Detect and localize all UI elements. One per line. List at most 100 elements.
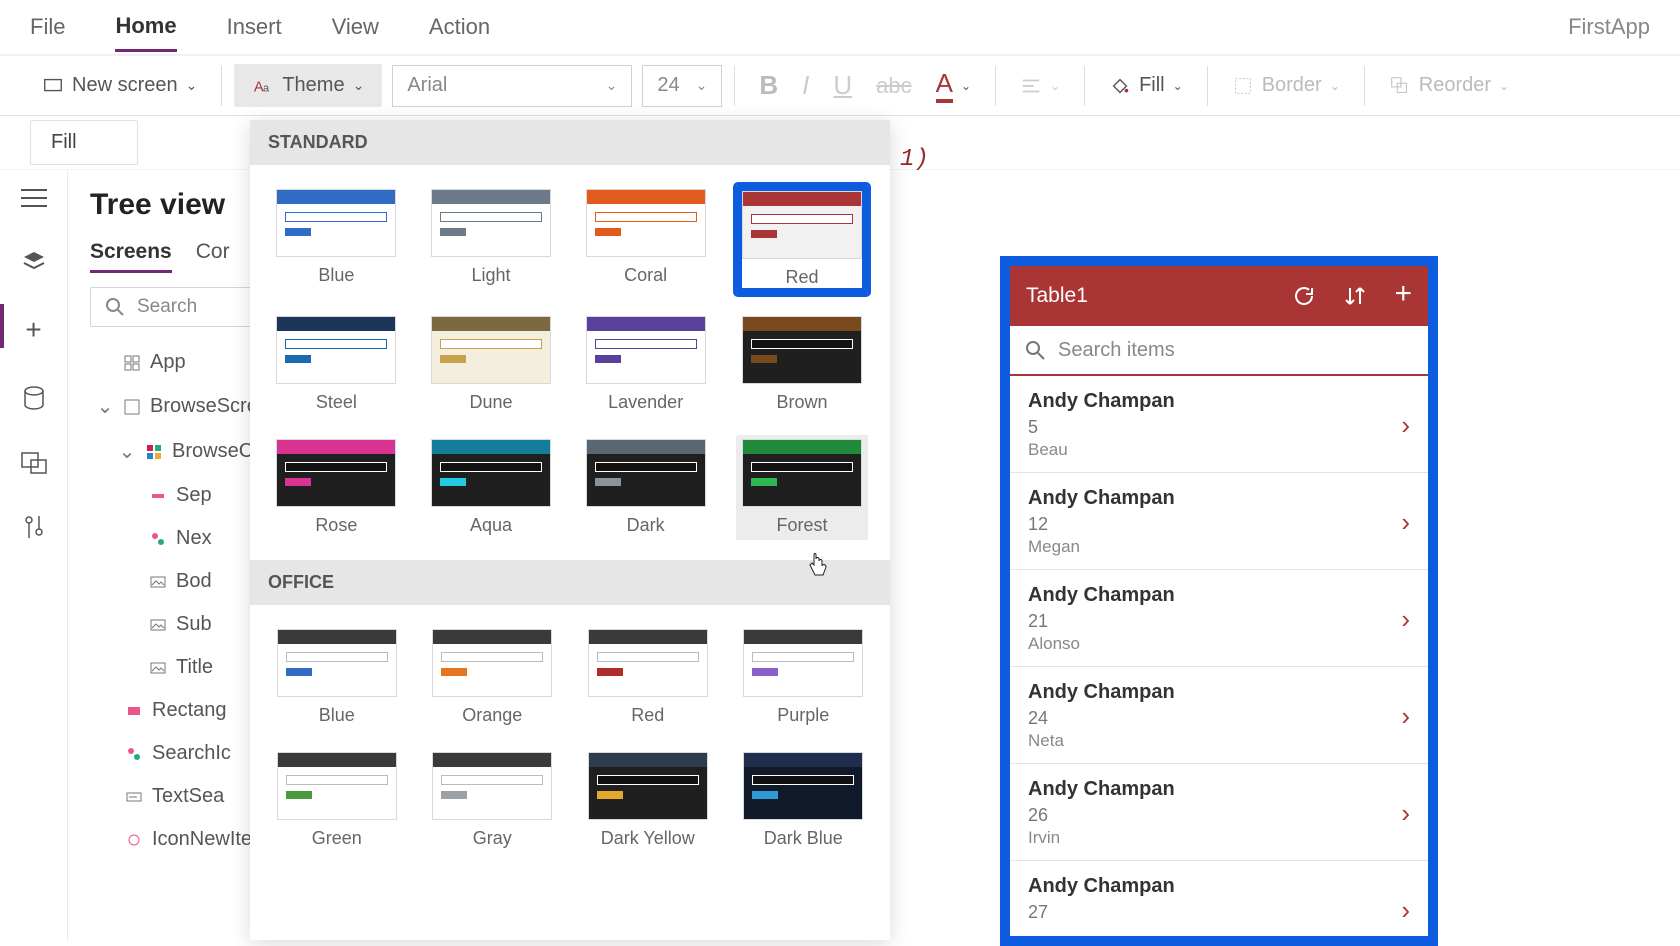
sort-icon[interactable] xyxy=(1344,284,1366,308)
theme-label: Theme xyxy=(282,74,344,97)
bold-button[interactable]: B xyxy=(747,64,790,107)
border-button[interactable]: Border ⌄ xyxy=(1220,68,1352,103)
italic-button[interactable]: I xyxy=(790,64,821,107)
media-icon[interactable] xyxy=(21,452,47,474)
chevron-right-icon[interactable]: › xyxy=(1401,604,1410,635)
theme-option-blue[interactable]: Blue xyxy=(272,185,401,294)
theme-label: Forest xyxy=(740,515,864,536)
theme-icon: Aa xyxy=(252,75,274,97)
theme-option-steel[interactable]: Steel xyxy=(272,312,401,417)
font-size-value: 24 xyxy=(657,74,679,97)
refresh-icon[interactable] xyxy=(1292,284,1316,308)
new-screen-button[interactable]: New screen ⌄ xyxy=(30,68,209,103)
align-button[interactable]: ⌄ xyxy=(1008,69,1072,103)
list-item[interactable]: Andy Champan 12 Megan › xyxy=(1010,473,1428,570)
list-item[interactable]: Andy Champan 26 Irvin › xyxy=(1010,764,1428,861)
data-icon[interactable] xyxy=(23,386,45,412)
font-size-select[interactable]: 24 ⌄ xyxy=(642,65,722,107)
border-label: Border xyxy=(1262,74,1322,97)
chevron-down-icon: ⌄ xyxy=(1330,79,1340,93)
item-body: Beau xyxy=(1028,440,1410,460)
list-item[interactable]: Andy Champan 5 Beau › xyxy=(1010,376,1428,473)
chevron-right-icon[interactable]: › xyxy=(1401,410,1410,441)
item-title: Andy Champan xyxy=(1028,875,1410,898)
list-item[interactable]: Andy Champan 27 › xyxy=(1010,861,1428,938)
hamburger-icon[interactable] xyxy=(21,188,47,208)
chevron-right-icon[interactable]: › xyxy=(1401,895,1410,926)
item-title: Andy Champan xyxy=(1028,390,1410,413)
tab-view[interactable]: View xyxy=(332,4,379,50)
item-body: Neta xyxy=(1028,731,1410,751)
layers-icon[interactable] xyxy=(21,248,47,274)
item-title: Andy Champan xyxy=(1028,584,1410,607)
app-title: Table1 xyxy=(1026,284,1088,308)
add-icon[interactable]: + xyxy=(1394,284,1412,308)
theme-option-dark-yellow[interactable]: Dark Yellow xyxy=(583,748,713,853)
item-body: Megan xyxy=(1028,537,1410,557)
chevron-right-icon[interactable]: › xyxy=(1401,701,1410,732)
theme-option-light[interactable]: Light xyxy=(427,185,556,294)
theme-option-aqua[interactable]: Aqua xyxy=(427,435,556,540)
chevron-down-icon: ⌄ xyxy=(606,77,618,94)
item-title: Andy Champan xyxy=(1028,778,1410,801)
tree-tab-components[interactable]: Cor xyxy=(196,240,230,273)
theme-label: Light xyxy=(431,265,552,286)
theme-option-red[interactable]: Red xyxy=(736,185,868,294)
screen-icon xyxy=(42,75,64,97)
app-name: FirstApp xyxy=(1568,14,1650,40)
theme-button[interactable]: Aa Theme ⌄ xyxy=(234,64,382,107)
property-select[interactable]: Fill xyxy=(30,120,138,165)
font-color-button[interactable]: A⌄ xyxy=(924,62,983,109)
theme-option-lavender[interactable]: Lavender xyxy=(581,312,710,417)
theme-option-purple[interactable]: Purple xyxy=(739,625,869,730)
fill-button[interactable]: Fill ⌄ xyxy=(1097,68,1195,103)
theme-option-rose[interactable]: Rose xyxy=(272,435,401,540)
strike-button[interactable]: abc xyxy=(864,67,923,105)
theme-option-green[interactable]: Green xyxy=(272,748,402,853)
list-item[interactable]: Andy Champan 24 Neta › xyxy=(1010,667,1428,764)
app-header: Table1 + xyxy=(1010,266,1428,326)
property-name: Fill xyxy=(51,131,77,153)
theme-option-red[interactable]: Red xyxy=(583,625,713,730)
theme-label: Dune xyxy=(431,392,552,413)
theme-label: Purple xyxy=(743,705,865,726)
theme-dropdown-panel: STANDARD Blue Light Coral xyxy=(250,120,890,940)
tab-home[interactable]: Home xyxy=(115,3,176,52)
item-body: Alonso xyxy=(1028,634,1410,654)
add-icon[interactable]: + xyxy=(25,314,41,346)
tab-action[interactable]: Action xyxy=(429,4,490,50)
chevron-right-icon[interactable]: › xyxy=(1401,507,1410,538)
theme-option-dark[interactable]: Dark xyxy=(581,435,710,540)
app-canvas[interactable]: Table1 + Search items Andy Champan 5 Bea… xyxy=(1000,256,1438,946)
item-subtitle: 27 xyxy=(1028,902,1410,923)
theme-label: Orange xyxy=(432,705,554,726)
theme-option-dune[interactable]: Dune xyxy=(427,312,556,417)
theme-option-forest[interactable]: Forest xyxy=(736,435,868,540)
settings-icon[interactable] xyxy=(23,514,45,540)
theme-option-brown[interactable]: Brown xyxy=(736,312,868,417)
font-family-select[interactable]: Arial ⌄ xyxy=(392,65,632,107)
chevron-down-icon: ⌄ xyxy=(353,77,365,94)
theme-option-orange[interactable]: Orange xyxy=(428,625,558,730)
underline-button[interactable]: U xyxy=(821,64,864,107)
reorder-icon xyxy=(1389,75,1411,97)
theme-label: Red xyxy=(587,705,709,726)
theme-label: Blue xyxy=(276,265,397,286)
theme-option-blue[interactable]: Blue xyxy=(272,625,402,730)
theme-option-dark-blue[interactable]: Dark Blue xyxy=(739,748,869,853)
item-subtitle: 21 xyxy=(1028,611,1410,632)
theme-option-coral[interactable]: Coral xyxy=(581,185,710,294)
search-items-input[interactable]: Search items xyxy=(1010,326,1428,376)
theme-group-header: OFFICE xyxy=(250,560,890,605)
tab-file[interactable]: File xyxy=(30,4,65,50)
tree-tab-screens[interactable]: Screens xyxy=(90,240,172,273)
search-items-placeholder: Search items xyxy=(1058,339,1175,362)
theme-option-gray[interactable]: Gray xyxy=(428,748,558,853)
list-item[interactable]: Andy Champan 21 Alonso › xyxy=(1010,570,1428,667)
theme-label: Rose xyxy=(276,515,397,536)
search-icon xyxy=(1024,339,1046,361)
reorder-button[interactable]: Reorder ⌄ xyxy=(1377,68,1521,103)
tab-insert[interactable]: Insert xyxy=(227,4,282,50)
theme-label: Green xyxy=(276,828,398,849)
chevron-right-icon[interactable]: › xyxy=(1401,798,1410,829)
